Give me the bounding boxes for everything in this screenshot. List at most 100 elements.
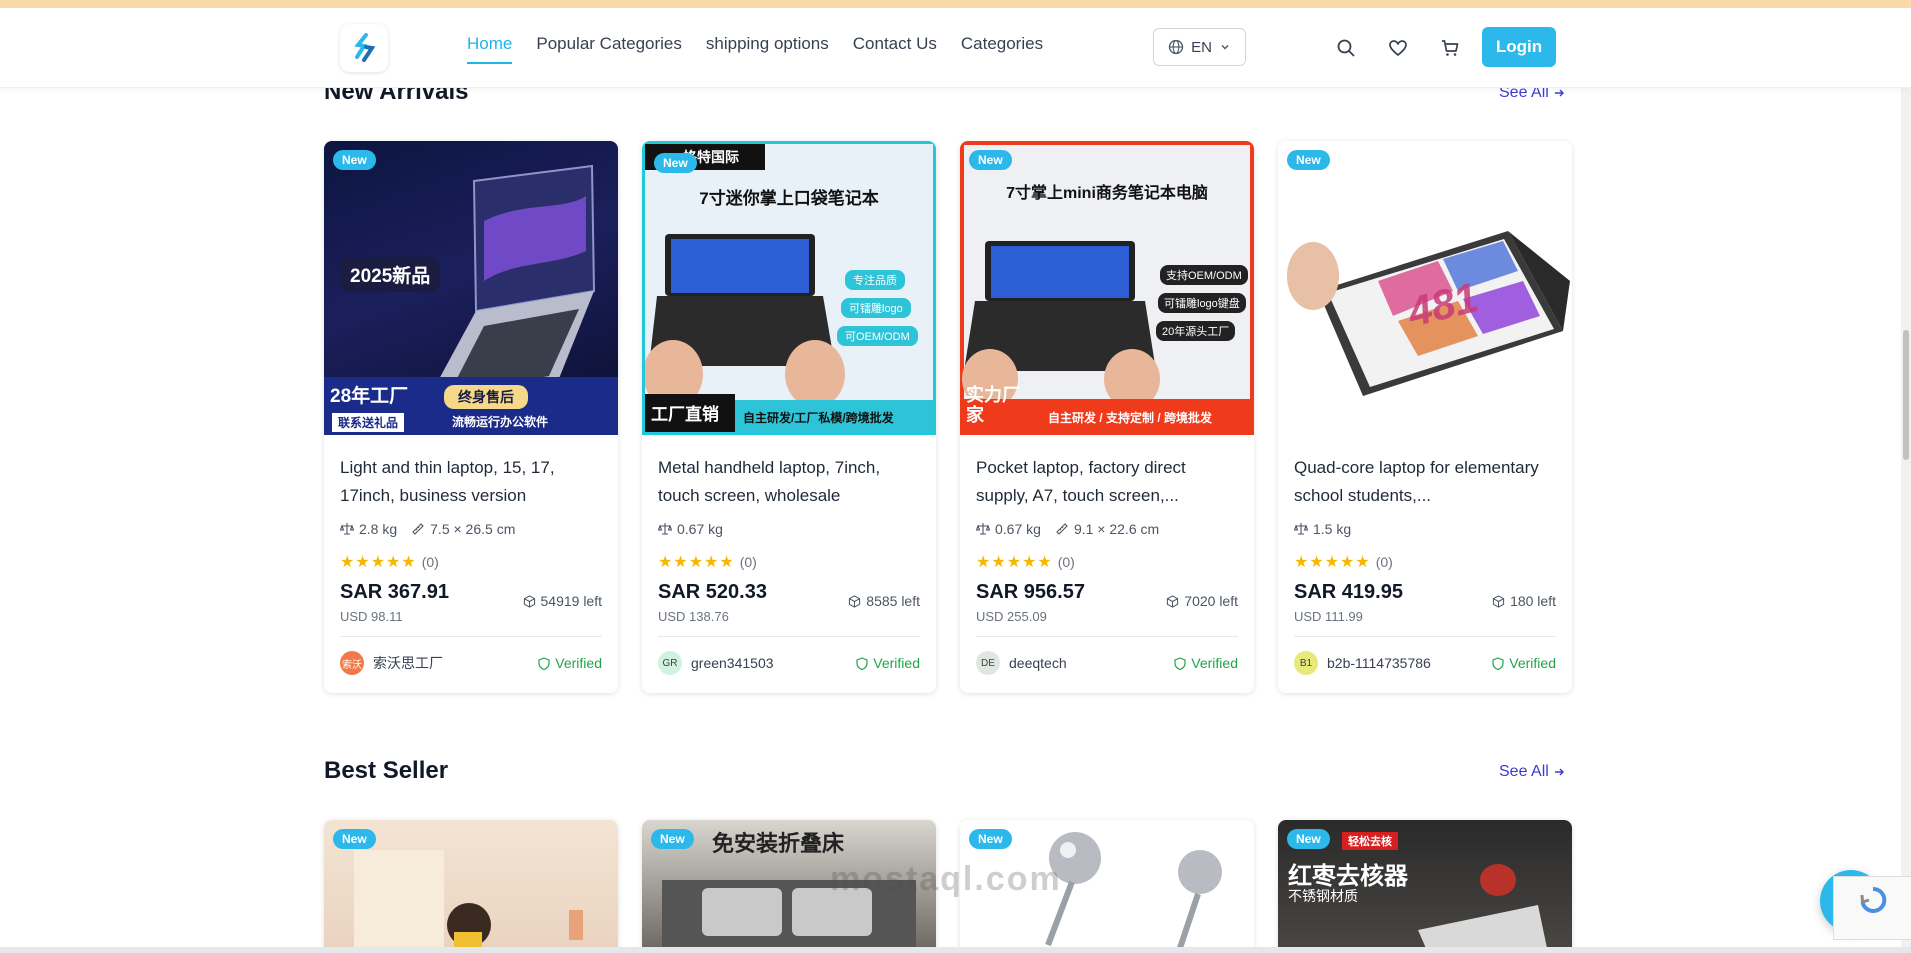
star-icon: ★ <box>673 554 688 571</box>
review-count: (0) <box>421 554 439 570</box>
cart-icon <box>1442 40 1459 56</box>
nav-home[interactable]: Home <box>467 34 513 64</box>
seller-info[interactable]: GR green341503 <box>658 651 774 675</box>
bottom-edge <box>0 947 1911 953</box>
wishlist-button[interactable] <box>1385 35 1411 61</box>
promo-label-software: 流畅运行办公软件 <box>452 415 549 429</box>
product-title[interactable]: Metal handheld laptop, 7inch, touch scre… <box>658 454 924 510</box>
review-count: (0) <box>1375 554 1393 570</box>
seller-info[interactable]: B1 b2b-1114735786 <box>1294 651 1431 675</box>
search-button[interactable] <box>1333 35 1359 61</box>
product-specs: 0.67 kg <box>658 521 723 537</box>
nav-shipping-options[interactable]: shipping options <box>706 34 829 64</box>
dimension-spec: 9.1 × 22.6 cm <box>1055 521 1159 537</box>
star-rating: ★ ★ ★ ★ ★ (0) <box>658 552 757 572</box>
verified-label: Verified <box>555 655 602 671</box>
product-card[interactable]: New <box>324 820 618 953</box>
scrollbar-thumb[interactable] <box>1903 330 1909 460</box>
nav-popular-categories[interactable]: Popular Categories <box>536 34 682 64</box>
promo-label-gift: 联系送礼品 <box>332 413 405 432</box>
arrow-right-icon <box>1554 89 1564 97</box>
product-card[interactable]: New 7寸掌上mini商务笔记本电脑 支持OEM/ODM 可镭雕logo键盘 … <box>960 141 1254 693</box>
new-badge: New <box>1287 829 1330 849</box>
promo-label-warranty: 终身售后 <box>444 385 528 409</box>
scale-icon <box>1294 523 1308 535</box>
product-image[interactable]: New 恪特国际 7寸迷你掌上口袋笔记本 专注品质 可镭雕logo 可OEM/O… <box>642 141 936 435</box>
search-icon <box>1337 39 1355 57</box>
product-title[interactable]: Quad-core laptop for elementary school s… <box>1294 454 1560 510</box>
ruler-icon <box>1056 523 1068 535</box>
seller-avatar: GR <box>658 651 682 675</box>
stock-value: 7020 left <box>1184 593 1238 609</box>
product-image[interactable]: New 轻松去核 红枣去核器 不锈钢材质 <box>1278 820 1572 953</box>
language-label: EN <box>1191 38 1212 56</box>
page-scrollbar[interactable] <box>1901 88 1911 953</box>
star-icon: ★ <box>688 554 704 571</box>
product-image[interactable]: New 7寸掌上mini商务笔记本电脑 支持OEM/ODM 可镭雕logo键盘 … <box>960 141 1254 435</box>
product-image[interactable]: New 481 <box>1278 141 1572 435</box>
seller-name: 索沃思工厂 <box>373 655 443 671</box>
price-sar: SAR 419.95 <box>1294 581 1403 603</box>
seller-avatar: B1 <box>1294 651 1318 675</box>
stock-count: 54919 left <box>523 593 603 609</box>
price-usd: USD 138.76 <box>658 609 729 624</box>
promo-label-direct: 工厂直销 <box>645 394 735 432</box>
product-specs: 2.8 kg 7.5 × 26.5 cm <box>340 521 515 537</box>
scale-icon <box>976 523 990 535</box>
site-logo[interactable] <box>340 24 388 72</box>
main-nav: Home Popular Categories shipping options… <box>467 34 1043 64</box>
new-badge: New <box>333 150 376 170</box>
verified-label: Verified <box>1191 655 1238 671</box>
star-icon: ★ <box>370 554 386 571</box>
star-icon: ★ <box>1324 554 1340 571</box>
product-title[interactable]: Pocket laptop, factory direct supply, A7… <box>976 454 1242 510</box>
price-usd: USD 111.99 <box>1294 609 1363 624</box>
ruler-icon <box>412 523 424 535</box>
review-count: (0) <box>1057 554 1075 570</box>
star-icon: ★ <box>704 554 719 571</box>
box-icon <box>1167 594 1179 608</box>
promo-tag-logo: 可镭雕logo <box>841 298 911 318</box>
nav-categories[interactable]: Categories <box>961 34 1043 64</box>
product-title[interactable]: Light and thin laptop, 15, 17, 17inch, b… <box>340 454 606 510</box>
shield-icon <box>538 656 550 670</box>
seller-avatar: 索沃 <box>340 651 364 675</box>
product-card[interactable]: New 481 Quad-core laptop for elementary … <box>1278 141 1572 693</box>
language-selector[interactable]: EN <box>1153 28 1246 66</box>
product-card[interactable]: New 恪特国际 7寸迷你掌上口袋笔记本 专注品质 可镭雕logo 可OEM/O… <box>642 141 936 693</box>
best-seller-see-all-link[interactable]: See All <box>1499 763 1565 781</box>
price-sar: SAR 367.91 <box>340 581 449 603</box>
promo-tag-quality: 专注品质 <box>845 270 905 290</box>
seller-info[interactable]: DE deeqtech <box>976 651 1067 675</box>
watermark-text: mostaql.com <box>830 860 1062 898</box>
star-icon: ★ <box>991 554 1006 571</box>
seller-info[interactable]: 索沃 索沃思工厂 <box>340 651 443 675</box>
nav-contact-us[interactable]: Contact Us <box>853 34 937 64</box>
new-badge: New <box>333 829 376 849</box>
promo-label-new-2025: 2025新品 <box>340 257 441 292</box>
weight-spec: 0.67 kg <box>976 521 1041 537</box>
cart-button[interactable] <box>1437 35 1463 61</box>
verified-badge: Verified <box>1492 655 1556 671</box>
new-badge: New <box>654 153 697 173</box>
product-card[interactable]: New 轻松去核 红枣去核器 不锈钢材质 <box>1278 820 1572 953</box>
dimension-spec: 7.5 × 26.5 cm <box>411 521 515 537</box>
card-divider <box>976 636 1238 637</box>
best-seller-title: Best Seller <box>324 757 449 784</box>
chevron-down-icon <box>1221 45 1229 50</box>
stock-count: 7020 left <box>1166 593 1238 609</box>
weight-spec: 2.8 kg <box>340 521 397 537</box>
product-card[interactable]: New 2025新品 28年工厂 终身售后 联系送礼品 流畅运行办公软件 Lig… <box>324 141 618 693</box>
product-image[interactable]: New 2025新品 28年工厂 终身售后 联系送礼品 流畅运行办公软件 <box>324 141 618 435</box>
recaptcha-icon <box>1860 886 1887 913</box>
login-button[interactable]: Login <box>1482 27 1556 67</box>
verified-label: Verified <box>873 655 920 671</box>
seller-name: green341503 <box>691 655 774 671</box>
new-badge: New <box>1287 150 1330 170</box>
star-icon: ★ <box>658 554 673 571</box>
product-image[interactable]: New <box>324 820 618 953</box>
star-icon: ★ <box>719 554 734 571</box>
star-icon: ★ <box>1022 554 1037 571</box>
stock-value: 54919 left <box>540 593 603 609</box>
price-usd: USD 98.11 <box>340 609 403 624</box>
